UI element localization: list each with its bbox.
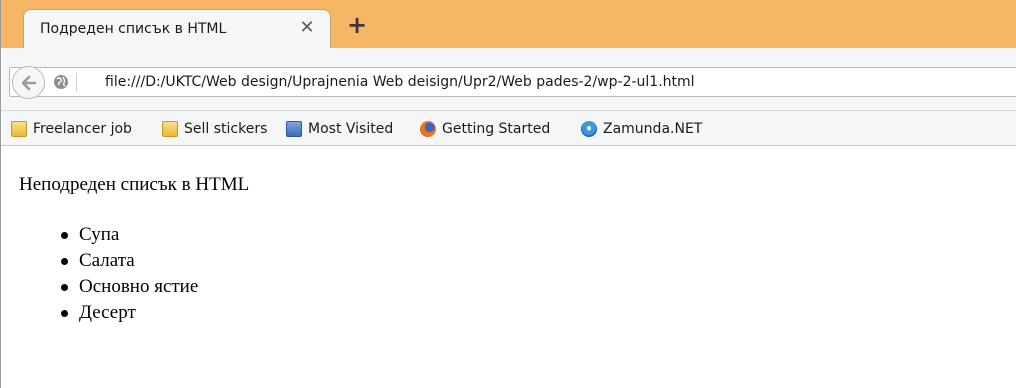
bookmark-label: Most Visited [308,121,394,137]
bullet-icon [61,258,68,265]
list-item-text: Салата [79,250,135,271]
firefox-icon [420,121,436,137]
bullet-icon [61,284,68,291]
list-item-text: Супа [79,224,120,245]
active-tab[interactable]: Подреден списък в HTML ✕ [23,9,331,48]
url-text[interactable]: file:///D:/UKTC/Web design/Uprajnenia We… [105,74,695,90]
bookmark-label: Getting Started [442,121,551,137]
list-item: Десерт [57,300,198,326]
most-visited-icon [286,121,302,137]
list-item-text: Десерт [79,302,136,323]
bookmark-label: Freelancer job [33,121,132,137]
back-arrow-icon [21,75,37,91]
browser-window: Подреден списък в HTML ✕ + file:///D:/UK… [0,0,1016,388]
url-separator [76,73,77,91]
bookmark-label: Zamunda.NET [603,121,703,137]
folder-icon [162,121,178,137]
bookmark-zamunda[interactable]: Zamunda.NET [581,120,702,138]
zamunda-icon [581,121,597,137]
bookmarks-bar: Freelancer job Sell stickers Most Visite… [1,111,1016,146]
back-button[interactable] [12,66,45,99]
list-item: Салата [57,248,198,274]
globe-icon[interactable] [53,74,69,90]
bookmark-freelancer-job[interactable]: Freelancer job [11,120,132,138]
bullet-icon [61,310,68,317]
unordered-list: Супа Салата Основно ястие Десерт [57,222,198,326]
new-tab-button[interactable]: + [347,13,367,37]
list-item-text: Основно ястие [79,276,199,297]
list-item: Супа [57,222,198,248]
folder-icon [11,121,27,137]
bookmark-sell-stickers[interactable]: Sell stickers [162,120,267,138]
plus-icon: + [347,11,368,39]
list-item: Основно ястие [57,274,198,300]
bookmark-getting-started[interactable]: Getting Started [420,120,550,138]
close-icon[interactable]: ✕ [298,19,316,37]
page-content: Неподреден списък в HTML Супа Салата Осн… [1,146,1016,388]
tab-strip: Подреден списък в HTML ✕ + [1,0,1016,48]
page-heading: Неподреден списък в HTML [19,174,250,195]
bookmark-label: Sell stickers [184,121,268,137]
tab-title: Подреден списък в HTML [40,21,227,37]
bullet-icon [61,232,68,239]
navigation-bar: file:///D:/UKTC/Web design/Uprajnenia We… [1,48,1016,111]
bookmark-most-visited[interactable]: Most Visited [286,120,393,138]
